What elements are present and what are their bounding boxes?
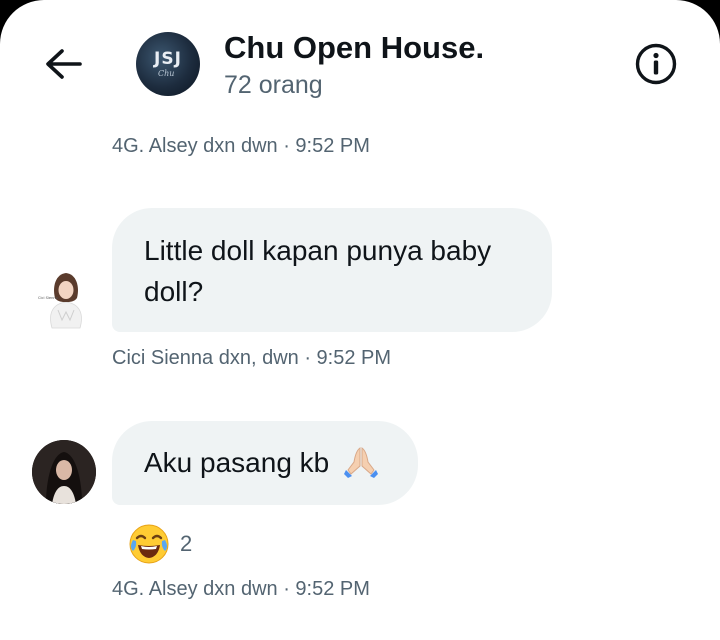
face-with-tears-of-joy-icon xyxy=(129,524,169,564)
avatar-photo: Cici Sienna xyxy=(36,266,96,330)
arrow-left-icon xyxy=(46,49,82,79)
sender-avatar[interactable]: Cici Sienna xyxy=(36,266,96,330)
message-bubble[interactable]: Little doll kapan punya baby doll? xyxy=(112,208,552,332)
folded-hands-icon xyxy=(344,447,379,478)
group-title[interactable]: Chu Open House. xyxy=(224,30,484,66)
avatar-photo xyxy=(32,440,96,504)
reaction-chip[interactable]: 2 xyxy=(128,524,192,564)
message-bubble[interactable]: Aku pasang kb xyxy=(112,421,418,505)
avatar-text: JSJ xyxy=(154,49,182,69)
member-count: 72 orang xyxy=(224,71,323,99)
info-circle-icon xyxy=(635,43,677,85)
avatar-caption: Cici Sienna xyxy=(38,296,58,300)
avatar-subtext: Chu xyxy=(158,69,175,78)
message-line: Little doll kapan punya baby xyxy=(144,235,492,266)
sender-avatar[interactable] xyxy=(32,440,96,504)
message-meta: 4G. Alsey dxn dwn · 9:52 PM xyxy=(112,578,370,600)
group-avatar[interactable]: JSJ Chu xyxy=(136,32,200,96)
message-meta: 4G. Alsey dxn dwn · 9:52 PM xyxy=(112,135,370,157)
message-meta: Cici Sienna dxn, dwn · 9:52 PM xyxy=(112,347,392,369)
message-line: doll? xyxy=(144,276,204,307)
chat-screen: JSJ Chu Chu Open House. 72 orang 4G. Als… xyxy=(0,0,720,640)
info-button[interactable] xyxy=(632,40,680,88)
reaction-count: 2 xyxy=(180,531,193,556)
back-button[interactable] xyxy=(40,44,88,88)
message-text: Aku pasang kb xyxy=(144,447,330,478)
